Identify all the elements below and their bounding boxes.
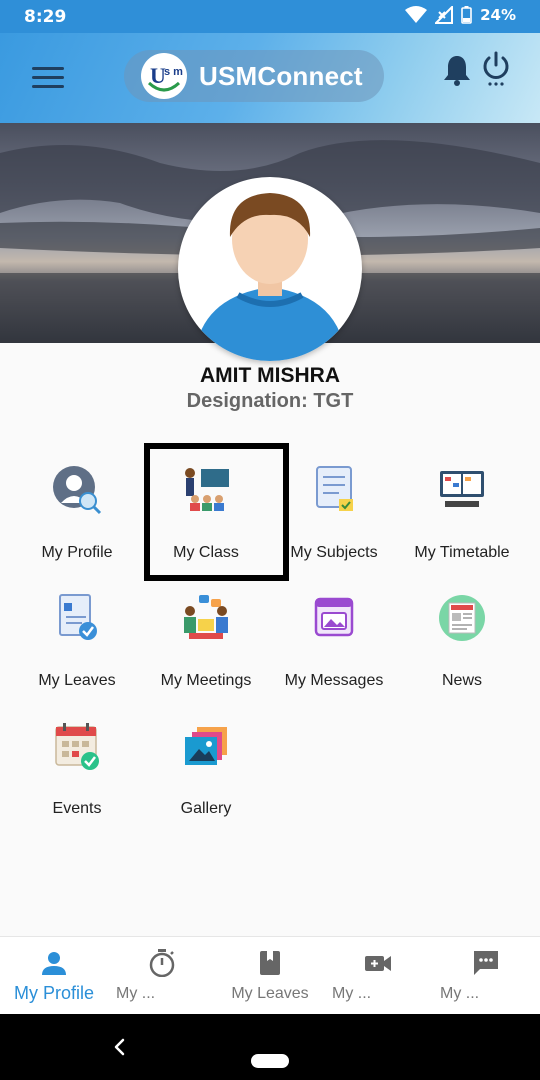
bottom-nav-label: My Profile: [13, 983, 94, 1003]
app-screen: 8:29 24% U s m USMConnect AMIT MISHRA De…: [0, 0, 540, 1080]
bottom-nav-item-2[interactable]: My ...: [108, 937, 216, 1015]
svg-text:s m: s m: [164, 66, 183, 78]
menu-label: My Leaves: [38, 672, 116, 689]
battery-percent: 24%: [480, 6, 516, 24]
menu-label: Events: [52, 800, 102, 817]
profile-designation: Designation: TGT: [186, 390, 354, 412]
notification-bell-icon[interactable]: [443, 53, 471, 87]
hamburger-menu-icon[interactable]: [32, 67, 64, 89]
bottom-nav-item-5[interactable]: My ...: [432, 937, 540, 1015]
app-title: USMConnect: [199, 61, 363, 91]
status-time: 8:29: [24, 7, 67, 27]
menu-tile-my-timetable[interactable]: My Timetable: [397, 465, 527, 585]
menu-label: My Timetable: [414, 544, 510, 561]
bottom-navigation: My Profile My ... My Leaves My ... My ..…: [0, 936, 540, 1014]
profile-name: AMIT MISHRA: [200, 364, 340, 387]
chat-icon: [472, 949, 500, 977]
system-navigation-bar: [0, 1014, 540, 1080]
back-arrow-icon[interactable]: [110, 1036, 130, 1058]
home-pill-button[interactable]: [251, 1054, 289, 1068]
gallery-icon: [181, 721, 231, 771]
menu-tile-my-meetings[interactable]: My Meetings: [141, 593, 271, 713]
logout-power-icon[interactable]: [481, 51, 511, 89]
news-icon: [437, 593, 487, 643]
leaves-icon: [52, 593, 102, 643]
menu-tile-events[interactable]: Events: [12, 721, 142, 841]
person-icon: [40, 949, 68, 977]
bottom-nav-item-4[interactable]: My ...: [324, 937, 432, 1015]
selection-highlight: [144, 443, 289, 581]
bottom-nav-label: My ...: [440, 985, 480, 1002]
timetable-icon: [437, 465, 487, 515]
video-camera-icon: [364, 949, 392, 977]
menu-label: Gallery: [180, 800, 232, 817]
profile-icon: [52, 465, 102, 515]
bottom-nav-label: My Leaves: [231, 985, 309, 1002]
messages-icon: [309, 593, 359, 643]
menu-tile-my-profile[interactable]: My Profile: [12, 465, 142, 585]
events-icon: [52, 721, 102, 771]
menu-tile-news[interactable]: News: [397, 593, 527, 713]
menu-tile-my-messages[interactable]: My Messages: [269, 593, 399, 713]
bottom-nav-label: My ...: [332, 985, 372, 1002]
menu-label: My Messages: [284, 672, 384, 689]
signal-icon: [435, 6, 454, 24]
profile-avatar: [178, 177, 362, 361]
battery-icon: [461, 6, 472, 24]
menu-label: My Profile: [41, 544, 113, 561]
wifi-icon: [405, 6, 428, 23]
stopwatch-icon: [148, 949, 176, 978]
meetings-icon: [181, 593, 231, 643]
brand-header: U s m USMConnect: [124, 50, 384, 102]
status-icons: 24%: [405, 6, 516, 24]
usm-logo: U s m: [141, 53, 187, 99]
book-icon: [256, 949, 284, 977]
bottom-nav-my-leaves[interactable]: My Leaves: [216, 937, 324, 1015]
bottom-nav-label: My ...: [116, 985, 156, 1002]
menu-tile-gallery[interactable]: Gallery: [141, 721, 271, 841]
menu-label: My Meetings: [160, 672, 252, 689]
status-bar: 8:29 24%: [0, 0, 540, 33]
menu-tile-my-leaves[interactable]: My Leaves: [12, 593, 142, 713]
menu-label: News: [441, 672, 482, 689]
bottom-nav-my-profile[interactable]: My Profile: [0, 937, 108, 1015]
app-bar: U s m USMConnect: [0, 33, 540, 123]
subjects-icon: [309, 465, 359, 515]
